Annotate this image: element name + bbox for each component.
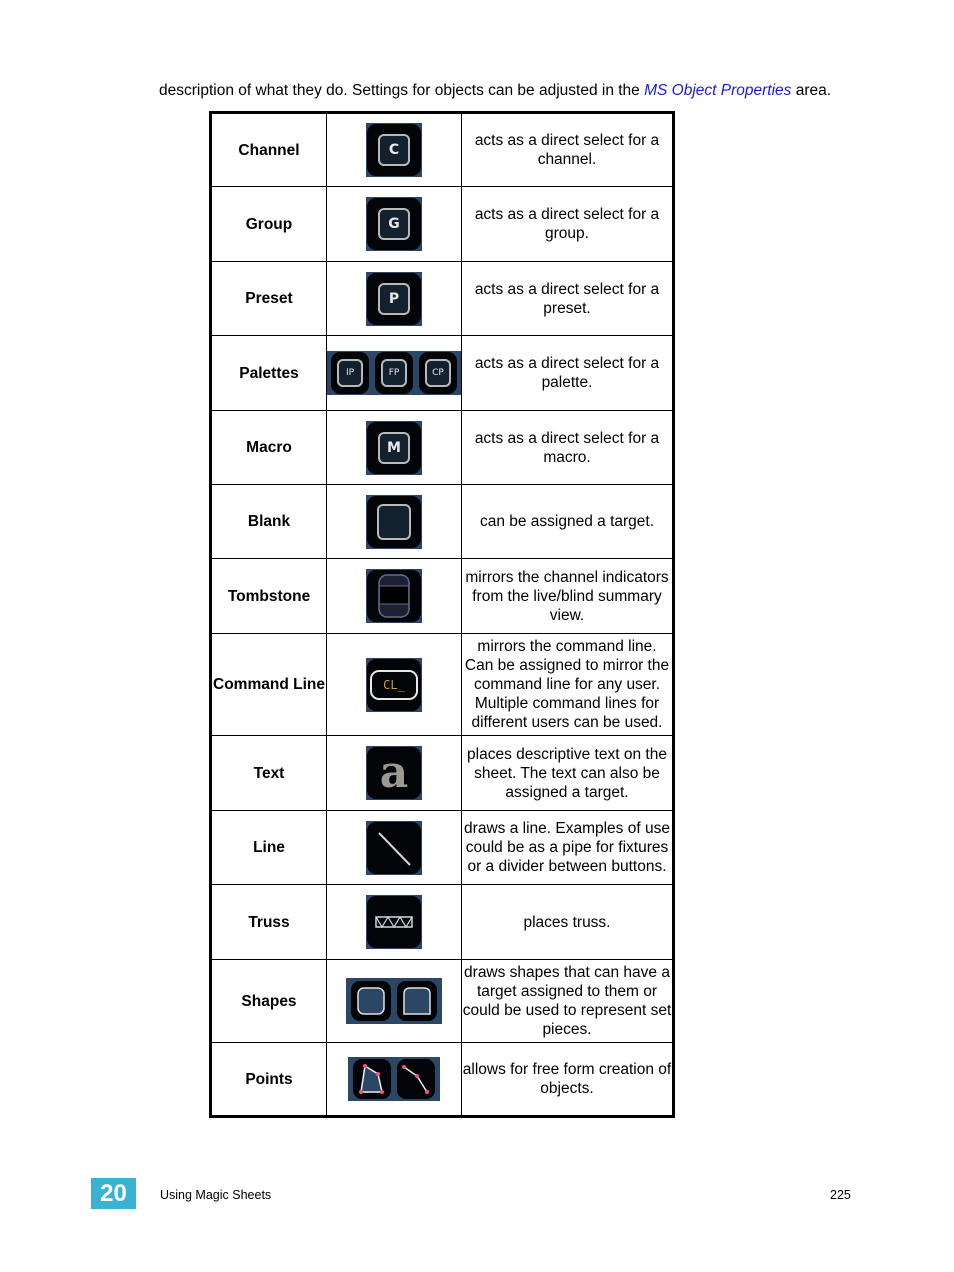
object-name: Shapes <box>210 959 327 1043</box>
magic-sheet-objects-table: Channel C acts as a direct select for a … <box>209 111 675 1118</box>
ms-object-properties-link[interactable]: MS Object Properties <box>644 82 791 99</box>
table-row: Command Line CL_ mirrors the command lin… <box>210 633 674 736</box>
table-row: Truss places truss. <box>210 884 674 960</box>
intro-text: description of what they do. Settings fo… <box>159 82 645 99</box>
object-description: acts as a direct select for a macro. <box>461 410 674 485</box>
object-name: Preset <box>210 261 327 336</box>
intensity-palette-icon: IP <box>337 359 363 387</box>
preset-icon: P <box>366 271 422 326</box>
chapter-title: Using Magic Sheets <box>160 1188 272 1202</box>
object-description: can be assigned a target. <box>461 484 674 559</box>
object-description: acts as a direct select for a channel. <box>461 112 674 187</box>
palettes-icon: IP FP CP <box>327 351 461 395</box>
object-description: mirrors the channel indicators from the … <box>461 558 674 634</box>
focus-palette-icon: FP <box>381 359 407 387</box>
object-description: draws shapes that can have a target assi… <box>461 959 674 1043</box>
object-description: mirrors the command line. Can be assigne… <box>461 633 674 736</box>
line-icon <box>366 820 422 875</box>
chapter-number-badge: 20 <box>91 1178 136 1209</box>
object-name: Line <box>210 810 327 885</box>
color-palette-icon: CP <box>425 359 451 387</box>
object-name: Blank <box>210 484 327 559</box>
table-row: Palettes IP FP CP acts as a direct selec… <box>210 335 674 411</box>
object-description: acts as a direct select for a preset. <box>461 261 674 336</box>
table-row: Text a places descriptive text on the sh… <box>210 735 674 811</box>
command-line-icon: CL_ <box>366 657 422 712</box>
object-name: Tombstone <box>210 558 327 634</box>
object-name: Macro <box>210 410 327 485</box>
points-icon <box>348 1057 440 1101</box>
truss-icon <box>366 895 422 949</box>
intro-paragraph: description of what they do. Settings fo… <box>159 82 831 100</box>
object-description: draws a line. Examples of use could be a… <box>461 810 674 885</box>
table-row: Group G acts as a direct select for a gr… <box>210 186 674 262</box>
object-description: acts as a direct select for a group. <box>461 186 674 262</box>
object-description: places truss. <box>461 884 674 960</box>
tombstone-icon <box>366 568 422 623</box>
table-row: Points allows for free form creation of … <box>210 1042 674 1117</box>
object-name: Text <box>210 735 327 811</box>
table-row: Shapes draws shapes that can have a targ… <box>210 959 674 1043</box>
object-description: places descriptive text on the sheet. Th… <box>461 735 674 811</box>
macro-icon: M <box>366 420 422 475</box>
blank-icon <box>366 494 422 549</box>
text-icon: a <box>366 746 422 800</box>
table-row: Tombstone mirrors the channel indicators… <box>210 558 674 634</box>
group-icon: G <box>366 197 422 251</box>
table-row: Preset P acts as a direct select for a p… <box>210 261 674 336</box>
object-name: Points <box>210 1042 327 1117</box>
object-name: Command Line <box>210 633 327 736</box>
intro-text-end: area. <box>791 82 832 99</box>
table-row: Line draws a line. Examples of use could… <box>210 810 674 885</box>
object-name: Group <box>210 186 327 262</box>
shapes-icon <box>346 978 442 1024</box>
object-name: Channel <box>210 112 327 187</box>
object-name: Truss <box>210 884 327 960</box>
channel-icon: C <box>366 123 422 177</box>
page-number: 225 <box>830 1188 851 1202</box>
object-description: allows for free form creation of objects… <box>461 1042 674 1117</box>
table-row: Channel C acts as a direct select for a … <box>210 112 674 187</box>
object-name: Palettes <box>210 335 327 411</box>
table-row: Blank can be assigned a target. <box>210 484 674 559</box>
table-row: Macro M acts as a direct select for a ma… <box>210 410 674 485</box>
object-description: acts as a direct select for a palette. <box>461 335 674 411</box>
